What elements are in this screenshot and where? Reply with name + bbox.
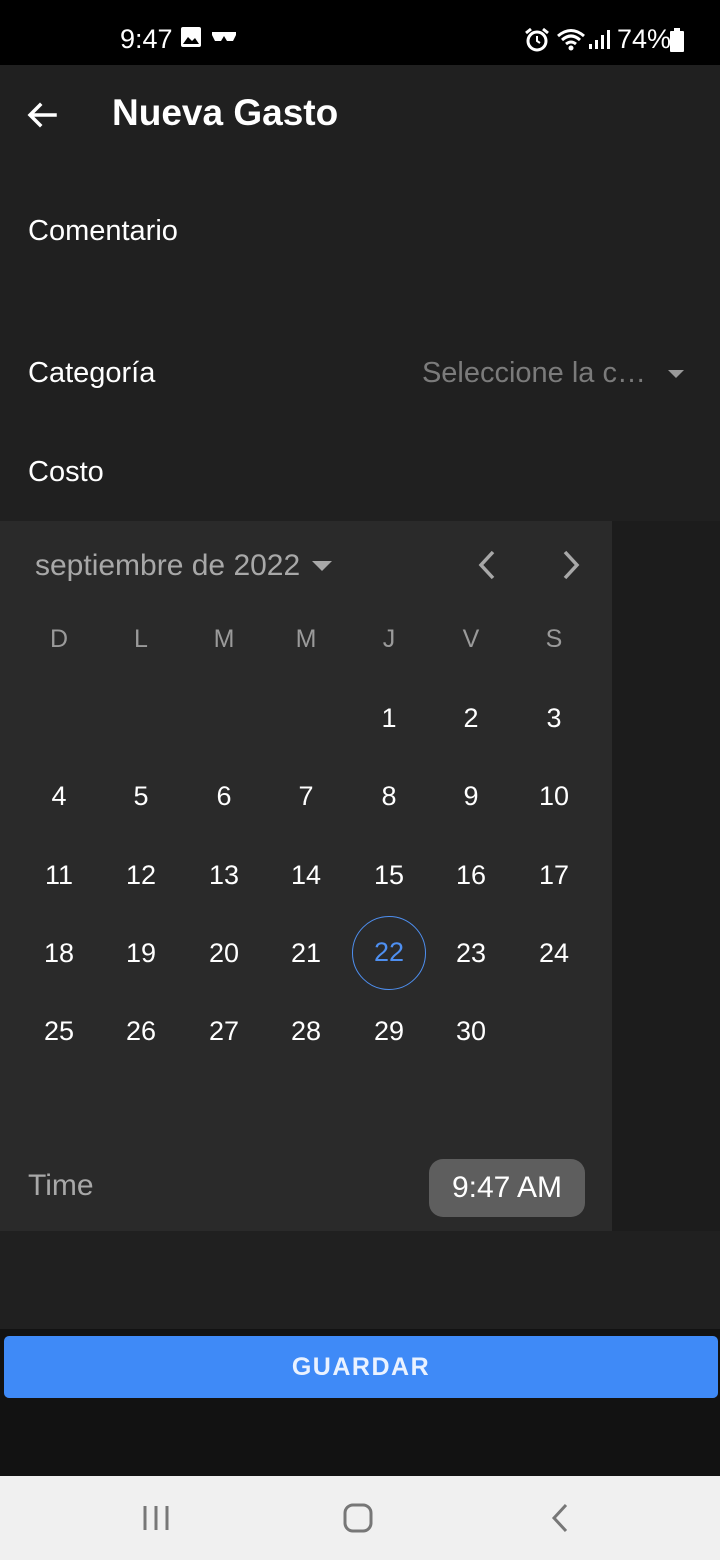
day-cell[interactable]: 16 <box>434 838 508 912</box>
chevron-right-icon <box>563 550 580 580</box>
back-button[interactable] <box>20 93 64 137</box>
save-button[interactable]: GUARDAR <box>4 1336 718 1398</box>
category-dropdown[interactable]: Seleccione la c… <box>400 353 700 397</box>
form-spacer <box>0 1231 720 1329</box>
day-cell-today[interactable]: 22 <box>352 916 426 990</box>
home-icon <box>343 1503 373 1533</box>
day-cell[interactable]: 15 <box>352 838 426 912</box>
home-button[interactable] <box>336 1498 380 1538</box>
day-cell[interactable]: 27 <box>187 994 261 1068</box>
chevron-left-icon <box>478 550 495 580</box>
day-cell[interactable]: 9 <box>434 759 508 833</box>
page-title: Nueva Gasto <box>112 92 339 133</box>
system-back-button[interactable] <box>538 1498 582 1538</box>
day-cell[interactable]: 19 <box>104 916 178 990</box>
dropdown-arrow-icon <box>668 370 684 378</box>
weekday-label: J <box>382 625 396 653</box>
day-cell[interactable]: 18 <box>22 916 96 990</box>
time-label: Time <box>28 1169 94 1202</box>
comment-field[interactable]: Comentario <box>28 215 178 248</box>
day-cell[interactable]: 12 <box>104 838 178 912</box>
day-cell[interactable]: 25 <box>22 994 96 1068</box>
weekday-label: S <box>545 625 563 653</box>
day-cell[interactable]: 24 <box>517 916 591 990</box>
recent-apps-icon <box>143 1506 169 1530</box>
previous-month-button[interactable] <box>465 543 509 587</box>
day-cell[interactable]: 10 <box>517 759 591 833</box>
screen: 9:47 74% Nueva Gasto Comentario Categorí… <box>0 0 720 1560</box>
day-cell[interactable]: 23 <box>434 916 508 990</box>
weekday-label: L <box>134 625 148 653</box>
status-time: 9:47 <box>120 24 173 54</box>
date-picker: septiembre de 2022 DLMMJVS 1 2 3 4 5 6 7 8 9 10 11… <box>0 521 612 1231</box>
day-cell[interactable]: 26 <box>104 994 178 1068</box>
day-cell[interactable]: 6 <box>187 759 261 833</box>
day-cell[interactable]: 3 <box>517 681 591 755</box>
dropdown-arrow-icon <box>312 561 333 571</box>
month-selector[interactable]: septiembre de 2022 <box>35 546 333 586</box>
recent-apps-button[interactable] <box>134 1498 178 1538</box>
cost-field[interactable]: Costo <box>28 456 104 489</box>
wifi-icon <box>556 28 586 57</box>
day-cell[interactable]: 4 <box>22 759 96 833</box>
day-cell[interactable]: 2 <box>434 681 508 755</box>
expense-form: Comentario Categoría Seleccione la c… Co… <box>0 163 720 521</box>
status-bar: 9:47 74% <box>0 0 720 65</box>
day-cell[interactable]: 30 <box>434 994 508 1068</box>
signal-icon <box>588 28 610 55</box>
day-cell[interactable]: 7 <box>269 759 343 833</box>
category-placeholder: Seleccione la c… <box>421 357 646 389</box>
day-cell[interactable]: 20 <box>187 916 261 990</box>
month-label: septiembre de 2022 <box>35 549 301 582</box>
weekday-label: M <box>295 625 317 653</box>
day-cell[interactable]: 13 <box>187 838 261 912</box>
weekday-label: M <box>213 625 235 653</box>
day-cell[interactable]: 11 <box>22 838 96 912</box>
day-cell[interactable]: 29 <box>352 994 426 1068</box>
weekday-label: V <box>462 625 480 653</box>
day-cell[interactable]: 17 <box>517 838 591 912</box>
battery-icon <box>670 28 684 57</box>
glasses-icon <box>211 30 237 49</box>
battery-percentage: 74% <box>617 24 672 54</box>
app-bar: Nueva Gasto <box>0 65 720 163</box>
day-cell[interactable]: 8 <box>352 759 426 833</box>
date-picker-area: septiembre de 2022 DLMMJVS 1 2 3 4 5 6 7 8 9 10 11… <box>0 521 720 1231</box>
day-cell[interactable]: 14 <box>269 838 343 912</box>
day-cell[interactable]: 1 <box>352 681 426 755</box>
system-back-icon <box>551 1503 568 1533</box>
next-month-button[interactable] <box>549 543 593 587</box>
image-icon <box>180 26 202 53</box>
day-cell[interactable]: 5 <box>104 759 178 833</box>
alarm-icon <box>524 27 550 58</box>
weekday-label: D <box>49 625 69 653</box>
day-cell[interactable]: 21 <box>269 916 343 990</box>
day-cell[interactable]: 28 <box>269 994 343 1068</box>
system-nav-bar <box>0 1476 720 1560</box>
time-button[interactable]: 9:47 AM <box>429 1159 585 1217</box>
arrow-left-icon <box>27 102 57 128</box>
category-label: Categoría <box>28 357 156 389</box>
